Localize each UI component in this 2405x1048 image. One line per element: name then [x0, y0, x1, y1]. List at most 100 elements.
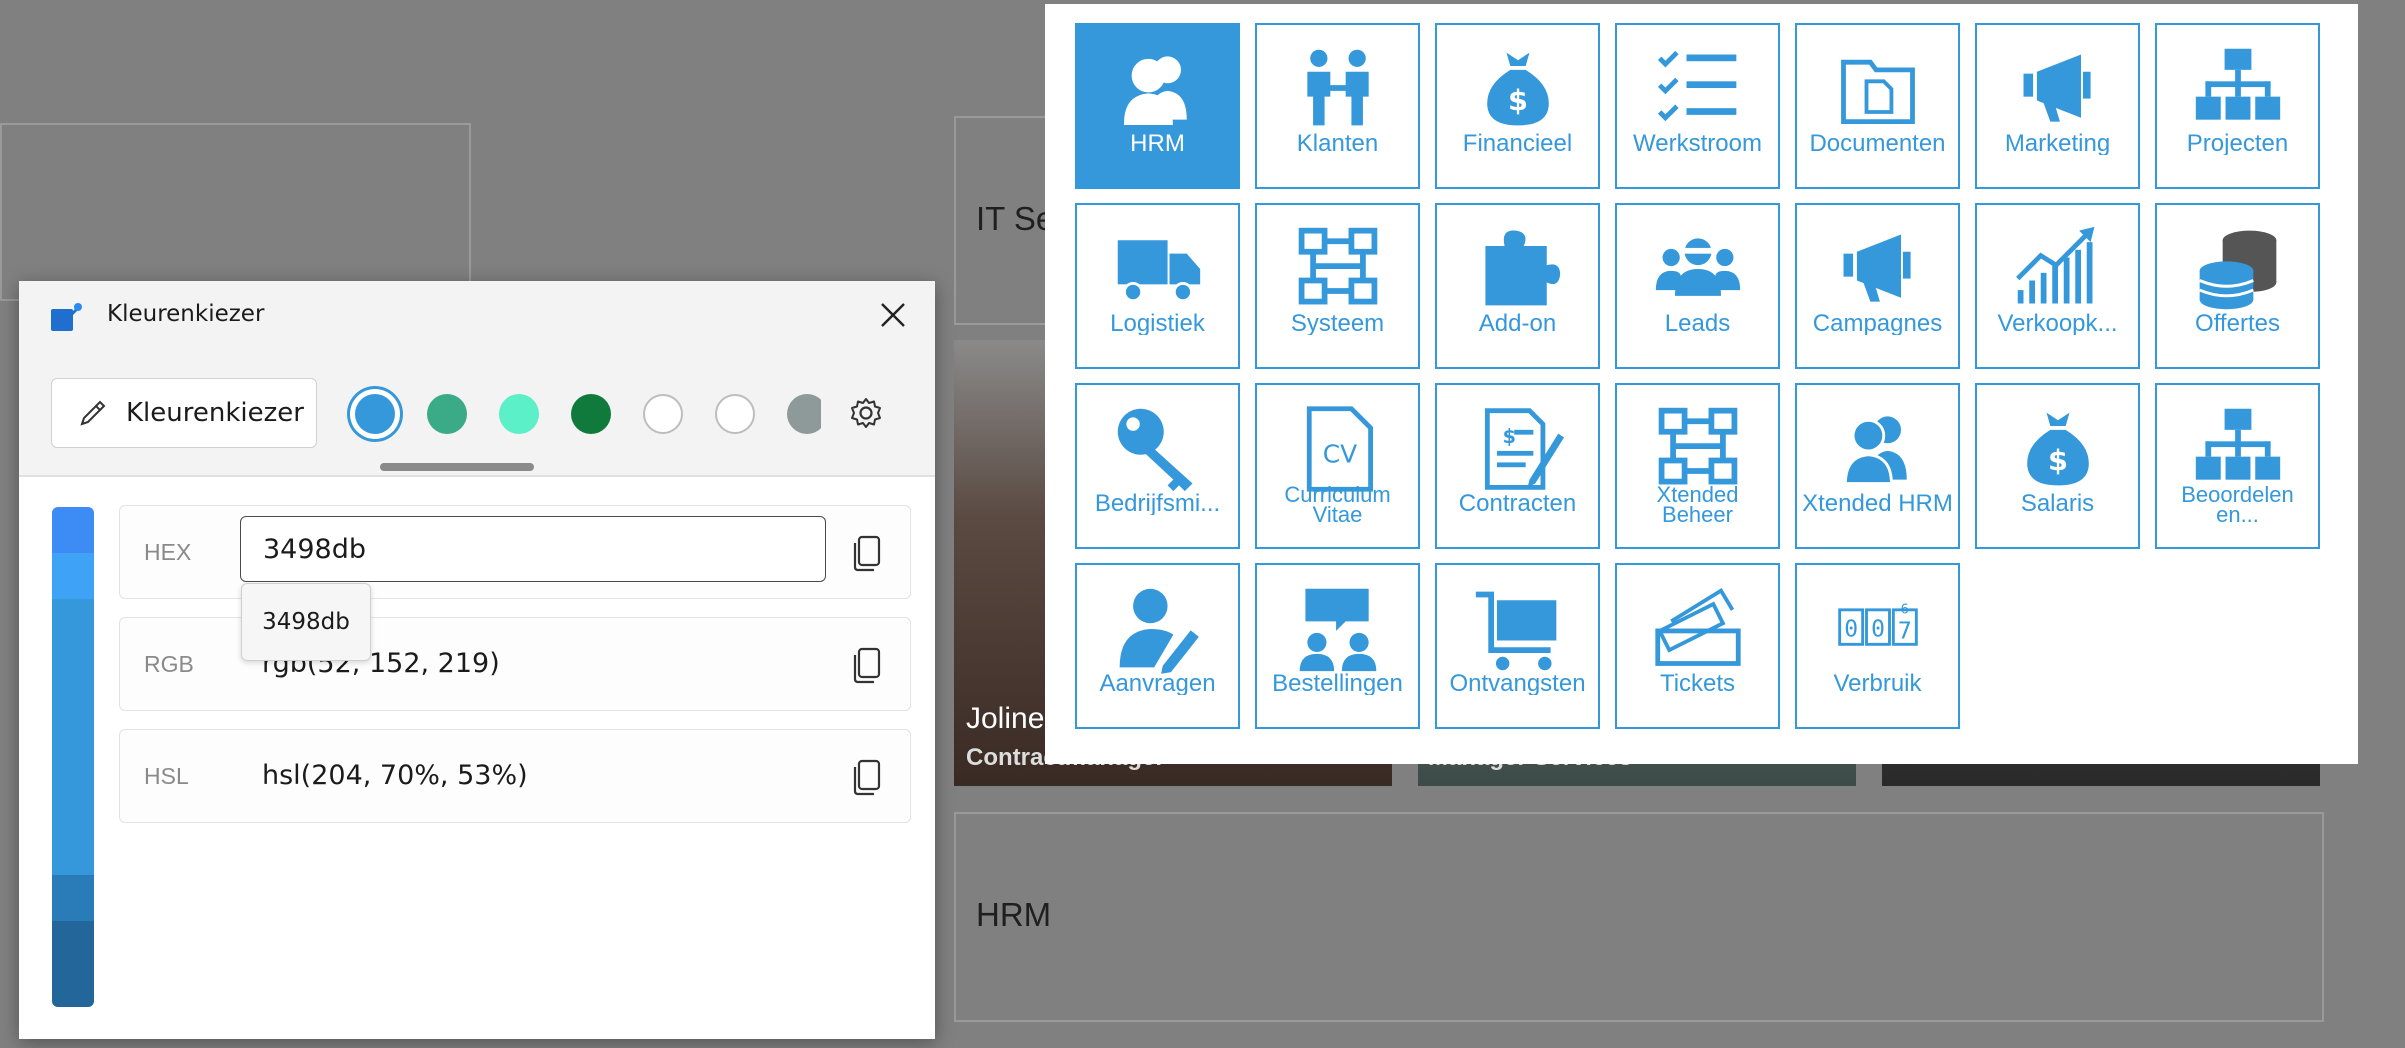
- svg-text:CV: CV: [1322, 439, 1356, 468]
- app-tile-leads[interactable]: Leads: [1615, 202, 1780, 369]
- rgb-label: RGB: [144, 651, 194, 677]
- app-tile-marketing[interactable]: Marketing: [1975, 22, 2140, 189]
- app-tile-offertes[interactable]: Offertes: [2155, 202, 2320, 369]
- app-tile-add-on[interactable]: Add-on: [1435, 202, 1600, 369]
- chart-up-icon: [1977, 223, 2138, 315]
- cart-icon: [1437, 583, 1598, 675]
- close-icon: [881, 303, 905, 327]
- scroll-indicator[interactable]: [380, 463, 534, 471]
- app-tile-salaris[interactable]: $ Salaris: [1975, 382, 2140, 549]
- copy-icon[interactable]: [850, 533, 886, 573]
- shade-step[interactable]: [52, 599, 94, 737]
- color-picker-app-icon: [51, 303, 82, 331]
- svg-text:6: 6: [1900, 602, 1908, 617]
- app-tile-aanvragen[interactable]: Aanvragen: [1075, 562, 1240, 729]
- hrm-card-title: HRM: [976, 896, 1052, 933]
- app-tile-contracten[interactable]: $ Contracten: [1435, 382, 1600, 549]
- app-tile-werkstroom[interactable]: Werkstroom: [1615, 22, 1780, 189]
- swatch-selected[interactable]: [355, 394, 395, 434]
- app-tile-label: Projecten: [2186, 132, 2289, 155]
- checklist-icon: [1617, 43, 1778, 135]
- settings-icon[interactable]: [848, 395, 884, 431]
- swatch[interactable]: [643, 394, 683, 434]
- user-edit-icon: [1077, 583, 1238, 675]
- swatch[interactable]: [571, 394, 611, 434]
- money-bag-icon: $: [1977, 403, 2138, 495]
- app-tile-label: Offertes: [2195, 312, 2280, 335]
- hex-input[interactable]: [240, 516, 826, 582]
- swatch[interactable]: [499, 394, 539, 434]
- contract-icon: $: [1437, 403, 1598, 495]
- app-tile-ontvangsten[interactable]: Ontvangsten: [1435, 562, 1600, 729]
- cv-file-icon: CV: [1257, 403, 1418, 495]
- app-tile-logistiek[interactable]: Logistiek: [1075, 202, 1240, 369]
- app-tile-label: Curriculum Vitae: [1284, 484, 1391, 527]
- svg-text:7: 7: [1897, 618, 1911, 644]
- close-button[interactable]: [871, 293, 915, 337]
- color-shade-bar[interactable]: [52, 507, 94, 1007]
- swatch[interactable]: [715, 394, 755, 434]
- app-tile-label: Logistiek: [1110, 312, 1205, 335]
- hex-label: HEX: [144, 539, 192, 565]
- eyedropper-label: Kleurenkiezer: [126, 398, 304, 428]
- copy-icon[interactable]: [850, 645, 886, 685]
- app-tile-label: Marketing: [2004, 132, 2111, 155]
- folder-icon: [1797, 43, 1958, 135]
- megaphone-icon: [1797, 223, 1958, 315]
- swatch[interactable]: [787, 394, 821, 434]
- app-tile-bestellingen[interactable]: Bestellingen: [1255, 562, 1420, 729]
- app-tile-xtended-beheer[interactable]: Xtended Beheer: [1615, 382, 1780, 549]
- app-tile-label: Bedrijfsmi...: [1094, 492, 1221, 515]
- app-tile-label: Verbruik: [1833, 672, 1922, 695]
- app-tile-label: Tickets: [1659, 672, 1736, 695]
- key-icon: [1077, 403, 1238, 495]
- handshake-people-icon: [1257, 43, 1418, 135]
- app-tile-financieel[interactable]: $ Financieel: [1435, 22, 1600, 189]
- shade-step[interactable]: [52, 553, 94, 599]
- app-tile-bedrijfsmi[interactable]: Bedrijfsmi...: [1075, 382, 1240, 549]
- color-picker-dialog: Kleurenkiezer Kleurenkiezer HEX RGB rgb(…: [19, 281, 935, 1039]
- hex-tooltip: 3498db: [241, 583, 371, 661]
- app-tile-verkoopk[interactable]: Verkoopk...: [1975, 202, 2140, 369]
- shade-step[interactable]: [52, 875, 94, 921]
- app-tile-beoordelen-en[interactable]: Beoordelen en...: [2155, 382, 2320, 549]
- app-tile-klanten[interactable]: Klanten: [1255, 22, 1420, 189]
- sitemap-icon: [2157, 43, 2318, 135]
- hsl-value[interactable]: hsl(204, 70%, 53%): [262, 760, 528, 791]
- counter-icon: 0076: [1797, 583, 1958, 675]
- app-tile-projecten[interactable]: Projecten: [2155, 22, 2320, 189]
- app-tile-label: Documenten: [1809, 132, 1946, 155]
- swatch[interactable]: [427, 394, 467, 434]
- shade-step[interactable]: [52, 921, 94, 1007]
- svg-text:0: 0: [1871, 616, 1885, 642]
- hrm-card[interactable]: [954, 812, 2324, 1022]
- hsl-label: HSL: [144, 763, 189, 789]
- color-picker-header: Kleurenkiezer Kleurenkiezer: [19, 281, 935, 477]
- copy-icon[interactable]: [850, 757, 886, 797]
- app-tile-campagnes[interactable]: Campagnes: [1795, 202, 1960, 369]
- app-tile-label: Beoordelen en...: [2181, 484, 2294, 527]
- svg-text:$: $: [2047, 443, 2067, 477]
- app-tile-label: Bestellingen: [1272, 672, 1403, 695]
- app-tile-curriculum-vitae[interactable]: CV Curriculum Vitae: [1255, 382, 1420, 549]
- rgb-row: RGB rgb(52, 152, 219): [119, 617, 911, 711]
- app-tile-label: Xtended HRM: [1802, 492, 1953, 515]
- app-tile-label: Financieel: [1462, 132, 1573, 155]
- shade-step[interactable]: [52, 507, 94, 553]
- app-tile-xtended-hrm[interactable]: Xtended HRM: [1795, 382, 1960, 549]
- shade-step[interactable]: [52, 737, 94, 875]
- group-icon: [1617, 223, 1778, 315]
- app-tile-systeem[interactable]: Systeem: [1255, 202, 1420, 369]
- app-tile-label: Contracten: [1458, 492, 1577, 515]
- eyedropper-icon: [80, 400, 106, 426]
- app-tile-label: Verkoopk...: [1997, 312, 2118, 335]
- app-tile-hrm[interactable]: HRM: [1075, 22, 1240, 189]
- users-icon: [1077, 43, 1238, 135]
- background-card: [0, 123, 471, 301]
- app-tile-documenten[interactable]: Documenten: [1795, 22, 1960, 189]
- app-tile-verbruik[interactable]: 0 0 7 6 Verbruik: [1795, 562, 1960, 729]
- person-name: Joline: [966, 702, 1045, 735]
- app-tile-label: Salaris: [2020, 492, 2095, 515]
- app-tile-tickets[interactable]: Tickets: [1615, 562, 1780, 729]
- eyedropper-button[interactable]: Kleurenkiezer: [51, 378, 317, 448]
